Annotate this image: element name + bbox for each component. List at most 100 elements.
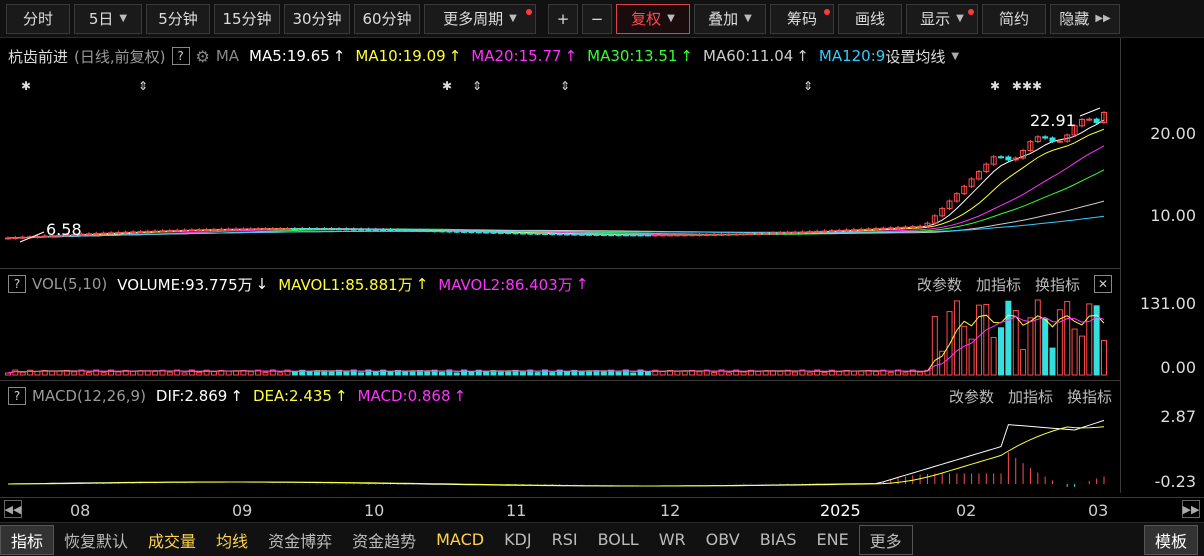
event-marker-icon: ⇕ [803, 79, 813, 93]
set-ma-link[interactable]: 设置均线 [885, 46, 945, 67]
volume-bar [836, 371, 843, 376]
more-indicators-button[interactable]: 更多 [858, 524, 913, 555]
arrow-up-icon: ↑ [230, 387, 243, 405]
close-icon[interactable]: ✕ [1094, 275, 1112, 293]
candle-body [880, 227, 887, 230]
period-15min-button[interactable]: 15分钟 [214, 3, 280, 34]
notification-dot-icon [968, 8, 974, 15]
tab-ene[interactable]: ENE [806, 525, 858, 555]
tab-fund-trend[interactable]: 资金趋势 [342, 525, 426, 555]
candle-body [711, 233, 718, 236]
more-period-button[interactable]: 更多周期 ▼ [424, 3, 536, 34]
period-60min-button[interactable]: 60分钟 [354, 3, 420, 34]
macd-title: MACD(12,26,9) [32, 387, 146, 405]
scroll-left-icon[interactable]: ◀◀ [4, 500, 22, 518]
macd-value: MACD:0.868 [357, 387, 451, 405]
tab-volume[interactable]: 成交量 [138, 525, 206, 555]
swap-indicator-button[interactable]: 换指标 [1067, 386, 1112, 407]
volume-bar [358, 372, 365, 376]
settings-gear-icon[interactable]: ⚙ [196, 47, 210, 66]
tab-indicator[interactable]: 指标 [0, 524, 55, 555]
tab-obv[interactable]: OBV [696, 525, 750, 555]
price-axis: 20.00 10.00 131.00 0.00 2.87 -0.23 [1120, 38, 1204, 493]
candle-body [291, 228, 298, 231]
dea-value: DEA:2.435 [252, 387, 332, 405]
display-button[interactable]: 显示 ▼ [906, 3, 978, 34]
candle-body [336, 228, 343, 231]
tab-restore-default[interactable]: 恢复默认 [54, 525, 138, 555]
candle-body [527, 232, 534, 235]
volume-bar [468, 371, 475, 376]
period-30min-button[interactable]: 30分钟 [284, 3, 350, 34]
tab-macd[interactable]: MACD [426, 525, 494, 555]
swap-indicator-button[interactable]: 换指标 [1035, 274, 1080, 295]
candle-body [674, 234, 681, 237]
candle-body [843, 229, 850, 232]
tab-boll[interactable]: BOLL [588, 525, 649, 555]
volume-bar [56, 370, 63, 376]
dea-line [7, 426, 1105, 487]
candle-body [5, 237, 11, 240]
draw-line-button[interactable]: 画线 [838, 3, 902, 34]
candle-body [821, 230, 828, 233]
volume-bar [755, 370, 762, 376]
tab-bias[interactable]: BIAS [750, 525, 807, 555]
candle-body [203, 229, 210, 232]
candle-body [240, 228, 247, 231]
macd-chart[interactable] [0, 408, 1120, 496]
add-indicator-button[interactable]: 加指标 [976, 274, 1021, 295]
volume-bar [564, 371, 571, 376]
volume-bar [210, 371, 217, 376]
tab-kdj[interactable]: KDJ [494, 525, 542, 555]
tab-wr[interactable]: WR [649, 525, 696, 555]
candle-body [350, 228, 357, 231]
help-icon[interactable]: ? [8, 275, 26, 293]
candle-body [777, 232, 784, 235]
time-axis: ◀◀ 08 09 10 11 12 2025 02 03 ▶▶ [0, 497, 1204, 521]
notification-dot-icon [824, 8, 830, 15]
tab-fund-game[interactable]: 资金博弈 [258, 525, 342, 555]
ma-label: MA [215, 47, 240, 65]
add-indicator-button[interactable]: 加指标 [1008, 386, 1053, 407]
candle-body [637, 234, 644, 237]
candlestick-chart[interactable]: ✱ ⇕ ✱ ⇕ ⇕ ⇕ ✱ ✱✱✱22.916.58 [0, 70, 1120, 268]
template-button[interactable]: 模板 [1143, 524, 1198, 555]
zoom-in-button[interactable]: + [548, 3, 578, 34]
event-marker-icon: ⇕ [560, 79, 570, 93]
volume-bar [5, 372, 11, 376]
period-fenshi-button[interactable]: 分时 [6, 3, 70, 34]
change-params-button[interactable]: 改参数 [917, 274, 962, 295]
tab-rsi[interactable]: RSI [542, 525, 588, 555]
volume-bar [19, 371, 26, 376]
period-5min-button[interactable]: 5分钟 [146, 3, 210, 34]
scroll-right-icon[interactable]: ▶▶ [1182, 500, 1200, 518]
volume-bar [1027, 317, 1034, 376]
change-params-button[interactable]: 改参数 [949, 386, 994, 407]
volume-bar [777, 370, 784, 376]
fuquan-button[interactable]: 复权 ▼ [616, 3, 690, 34]
candle-body [696, 234, 703, 237]
candle-body [571, 233, 578, 236]
macd-info-bar: ? MACD(12,26,9) DIF:2.869 ↑ DEA:2.435 ↑ MA… [0, 382, 1120, 410]
chip-button[interactable]: 筹码 [770, 3, 834, 34]
hide-button[interactable]: 隐藏 ▶▶ [1050, 3, 1120, 34]
simple-button[interactable]: 简约 [982, 3, 1046, 34]
volume-bar [549, 372, 556, 376]
arrow-up-icon: ↑ [332, 47, 346, 65]
volume-chart[interactable] [0, 298, 1120, 378]
volume-bar [328, 370, 335, 376]
zoom-out-button[interactable]: − [582, 3, 612, 34]
volume-bar [483, 370, 490, 376]
tab-ma[interactable]: 均线 [206, 525, 258, 555]
chevron-down-icon[interactable]: ▼ [951, 51, 959, 62]
event-marker-icon: ✱ [21, 79, 31, 93]
volume-bar [1071, 328, 1078, 376]
candle-body [534, 232, 541, 235]
period-5day-button[interactable]: 5日 ▼ [74, 3, 142, 34]
volume-bar [130, 370, 137, 376]
help-icon[interactable]: ? [171, 47, 190, 65]
volume-bar [34, 371, 41, 376]
help-icon[interactable]: ? [8, 387, 26, 405]
candle-body [181, 229, 188, 232]
overlay-button[interactable]: 叠加 ▼ [694, 3, 766, 34]
